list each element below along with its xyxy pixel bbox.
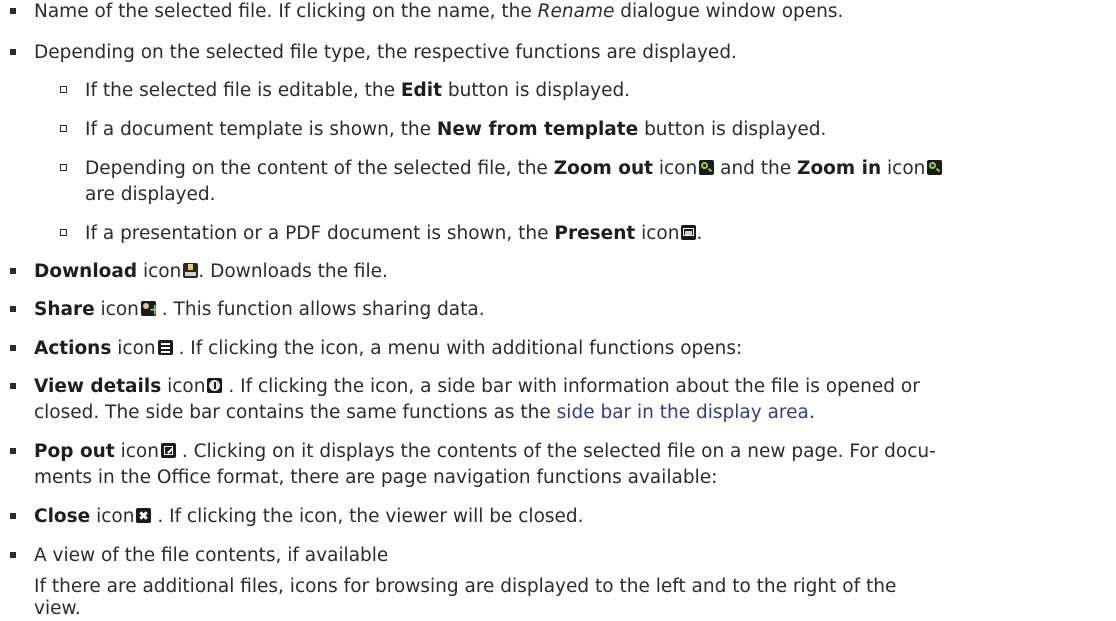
pop-out-icon [160, 443, 176, 458]
bullet-square [10, 8, 16, 14]
bullet-square [10, 448, 16, 454]
item-text: . [696, 223, 703, 244]
item-text: . Downloads the file. [198, 261, 388, 282]
zoom-in-label: Zoom in [797, 158, 882, 179]
bullet-hollow [60, 86, 67, 93]
bullet-square [10, 552, 16, 558]
edit-button-label: Edit [400, 80, 442, 101]
item-text: A view of the file contents, if availabl… [34, 545, 389, 566]
sub-list-item: If the selected file is editable, the Ed… [60, 79, 631, 103]
rename-emphasis: Rename [537, 1, 615, 22]
info-icon [207, 378, 223, 393]
actions-label: Actions [34, 338, 112, 359]
list-item: Pop out icon . Clicking on it displays t… [10, 440, 936, 464]
new-from-template-label: New from template [436, 119, 639, 140]
item-text: . Clicking on it displays the contents o… [175, 441, 936, 462]
item-text: . [808, 402, 815, 423]
download-icon [183, 263, 199, 278]
share-label: Share [34, 299, 95, 320]
close-icon [136, 508, 152, 523]
item-text: . If clicking the icon, a menu with addi… [172, 338, 743, 359]
sub-list-item: If a document template is shown, the New… [60, 118, 827, 142]
list-item: Close icon . If clicking the icon, the v… [10, 505, 584, 529]
bullet-square [10, 513, 16, 519]
item-text: dialogue window opens. [614, 1, 844, 22]
list-item: Share icon . This function allows sharin… [10, 298, 485, 322]
bullet-hollow [60, 125, 67, 132]
item-text: ments in the Office format, there are pa… [34, 467, 718, 488]
list-item: View details icon . If clicking the icon… [10, 375, 920, 399]
close-label: Close [34, 506, 91, 527]
bullet-square [10, 49, 16, 55]
side-bar-display-area-link[interactable]: side bar in the display area [557, 402, 809, 423]
zoom-out-label: Zoom out [553, 158, 653, 179]
item-text: Name of the selected file. If clicking o… [34, 1, 538, 22]
paragraph-text: If there are additional files, icons for… [34, 576, 897, 597]
item-text: icon [94, 299, 139, 320]
present-label: Present [554, 223, 636, 244]
bullet-hollow [60, 229, 67, 236]
bullet-square [10, 306, 16, 312]
item-text: are displayed. [85, 184, 216, 205]
list-item: Depending on the selected file type, the… [10, 41, 737, 65]
zoom-in-icon [927, 160, 943, 175]
item-text: icon [137, 261, 182, 282]
item-text: Depending on the selected file type, the… [34, 42, 737, 63]
present-icon [681, 225, 697, 240]
sub-list-item: If a presentation or a PDF document is s… [60, 222, 703, 246]
item-text: button is displayed. [441, 80, 631, 101]
item-text: icon [114, 441, 159, 462]
share-icon [140, 301, 156, 316]
actions-menu-icon [157, 340, 173, 355]
list-item: Name of the selected file. If clicking o… [10, 0, 844, 24]
view-details-label: View details [34, 376, 162, 397]
item-text: and the [714, 158, 798, 179]
item-text: icon [90, 506, 135, 527]
bullet-square [10, 268, 16, 274]
item-text: icon [881, 158, 926, 179]
item-text: icon [635, 223, 680, 244]
bullet-square [10, 345, 16, 351]
trailing-paragraph-line: view. [34, 597, 81, 621]
list-item: Actions icon . If clicking the icon, a m… [10, 337, 743, 361]
bullet-square [10, 383, 16, 389]
item-text: button is displayed. [638, 119, 827, 140]
item-text: If a presentation or a PDF document is s… [85, 223, 555, 244]
item-text: . This function allows sharing data. [155, 299, 485, 320]
list-item: A view of the file contents, if availabl… [10, 544, 389, 568]
item-text: icon [111, 338, 156, 359]
item-text: . If clicking the icon, the viewer will … [151, 506, 584, 527]
item-text: Depending on the content of the selected… [85, 158, 554, 179]
trailing-paragraph-line: If there are additional files, icons for… [34, 575, 896, 599]
list-item-continuation: ments in the Office format, there are pa… [34, 466, 717, 490]
item-text: icon [652, 158, 698, 179]
sub-list-item: Depending on the content of the selected… [60, 157, 943, 181]
item-text: closed. The side bar contains the same f… [34, 402, 557, 423]
item-text: If a document template is shown, the [85, 119, 437, 140]
item-text: icon [161, 376, 206, 397]
bullet-hollow [60, 164, 67, 171]
list-item: Download icon . Downloads the file. [10, 260, 388, 284]
sub-list-item-continuation: are displayed. [85, 183, 216, 207]
item-text: . If clicking the icon, a side bar with … [222, 376, 920, 397]
pop-out-label: Pop out [34, 441, 115, 462]
list-item-continuation: closed. The side bar contains the same f… [34, 401, 815, 425]
zoom-out-icon [699, 160, 715, 175]
item-text: If the selected file is editable, the [85, 80, 401, 101]
download-label: Download [34, 261, 138, 282]
